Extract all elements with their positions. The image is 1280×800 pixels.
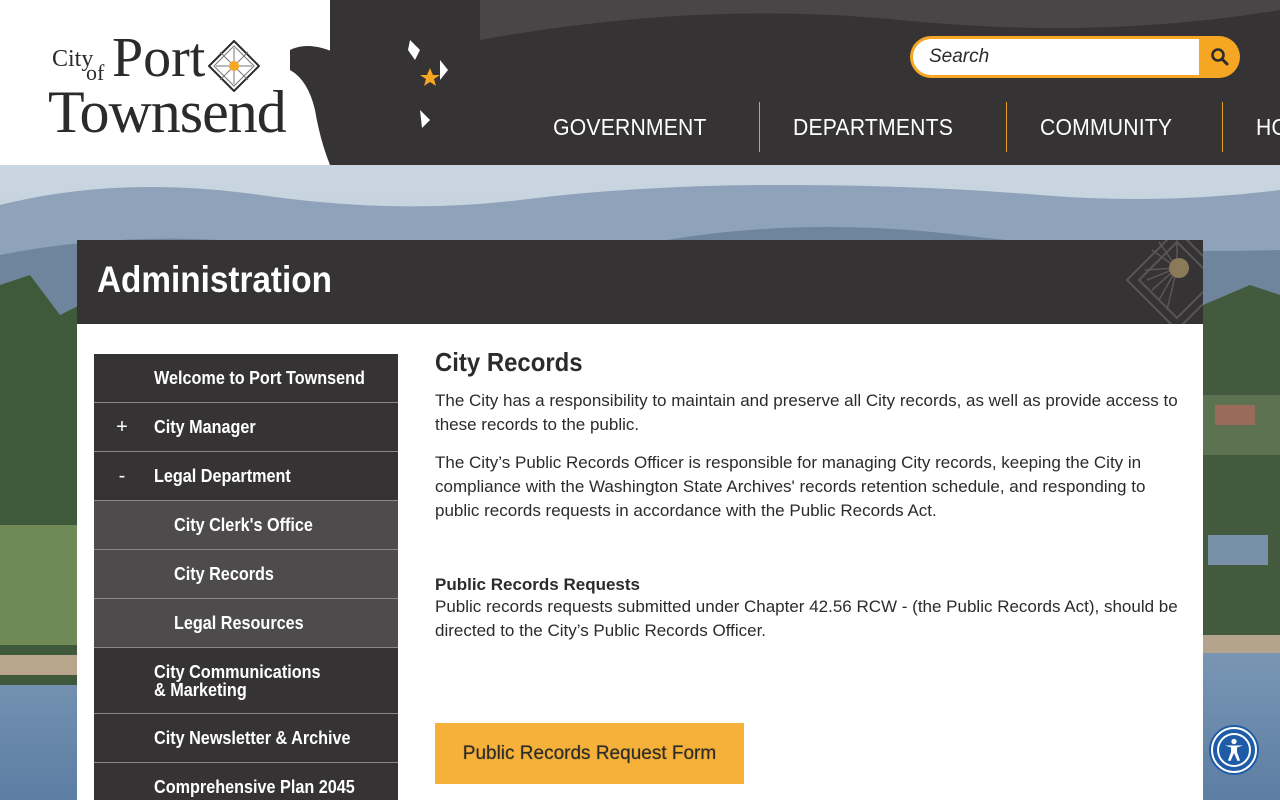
search-input[interactable] <box>913 39 1199 75</box>
sidebar-item-welcome[interactable]: Welcome to Port Townsend <box>94 354 398 403</box>
intro-paragraph: The City has a responsibility to maintai… <box>435 391 1178 434</box>
nav-departments[interactable]: DEPARTMENTS <box>758 102 986 152</box>
sun-diamond-icon <box>1125 240 1203 324</box>
sun-diamond-icon <box>208 40 260 92</box>
search-button[interactable] <box>1200 36 1240 78</box>
collapse-toggle[interactable]: - <box>114 466 130 486</box>
sidebar-item-legal-department[interactable]: - Legal Department <box>94 452 398 501</box>
sidebar-item-label: City Newsletter & Archive <box>154 728 351 748</box>
section-banner: Administration <box>77 240 1203 324</box>
sidebar-item-label: City Clerk's Office <box>174 515 313 535</box>
sidebar-item-label: City Communications & Marketing <box>154 661 321 700</box>
nav-how-do-i[interactable]: HOW DO I <box>1222 102 1280 152</box>
public-records-request-button[interactable]: Public Records Request Form <box>435 723 744 784</box>
sidebar-item-label: Welcome to Port Townsend <box>154 368 365 388</box>
search-icon <box>1211 48 1229 66</box>
page-title: City Records <box>435 347 583 377</box>
sidebar-item-label: City Manager <box>154 417 256 437</box>
content-card: Administration Welcome to Port Townsend … <box>77 240 1203 800</box>
sidebar-item-city-records[interactable]: City Records <box>94 550 398 599</box>
requests-subheading: Public Records Requests <box>435 575 641 594</box>
expand-toggle[interactable]: + <box>114 417 130 437</box>
requests-paragraph: Public records requests submitted under … <box>435 597 1178 640</box>
sidebar-item-label: City Records <box>174 564 274 584</box>
city-logo[interactable]: City of Port Townsend <box>48 27 287 150</box>
sidebar-item-city-clerks-office[interactable]: City Clerk's Office <box>94 501 398 550</box>
main-nav: GOVERNMENT DEPARTMENTS COMMUNITY HOW DO … <box>520 102 1280 152</box>
peninsula-map <box>290 0 467 165</box>
search-box <box>910 36 1240 78</box>
sidebar-item-comprehensive-plan[interactable]: Comprehensive Plan 2045 <box>94 763 398 800</box>
section-title: Administration <box>97 259 332 300</box>
officer-paragraph: The City’s Public Records Officer is res… <box>435 453 1146 520</box>
sidebar-item-label: Legal Resources <box>174 613 304 633</box>
logo-port-text: Port <box>112 27 206 89</box>
sidebar-item-label: Legal Department <box>154 466 291 486</box>
site-header: City of Port Townsend GOVERNMENT DEPAR <box>0 0 1280 165</box>
sidebar-item-label: Comprehensive Plan 2045 <box>154 777 355 797</box>
accessibility-icon <box>1217 733 1251 767</box>
sidebar-item-communications[interactable]: City Communications & Marketing <box>94 648 398 714</box>
nav-government[interactable]: GOVERNMENT <box>520 102 740 152</box>
nav-community[interactable]: COMMUNITY <box>1005 102 1205 152</box>
sidebar-item-city-manager[interactable]: + City Manager <box>94 403 398 452</box>
section-sidebar: Welcome to Port Townsend + City Manager … <box>94 354 398 800</box>
sidebar-item-newsletter[interactable]: City Newsletter & Archive <box>94 714 398 763</box>
accessibility-button[interactable] <box>1211 727 1257 773</box>
main-content: City Records The City has a responsibili… <box>435 347 1185 657</box>
sidebar-item-legal-resources[interactable]: Legal Resources <box>94 599 398 648</box>
